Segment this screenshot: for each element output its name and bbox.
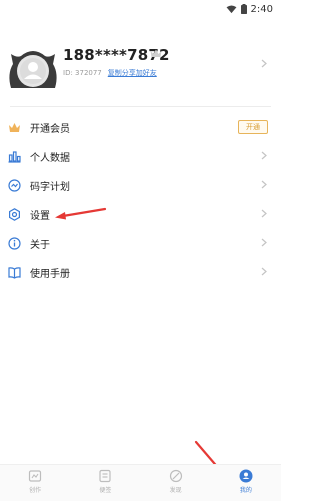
status-time: 2:40 — [250, 3, 273, 15]
tab-create[interactable]: 创作 — [0, 465, 70, 501]
menu-item-personal-data[interactable]: 个人数据 — [0, 142, 281, 171]
tab-notes[interactable]: 便签 — [70, 465, 140, 501]
divider — [10, 106, 271, 107]
discover-icon — [169, 469, 182, 483]
chevron-right-icon — [261, 59, 267, 68]
trend-icon — [8, 179, 21, 192]
user-id: ID: 372077 — [63, 69, 102, 77]
menu-item-vip[interactable]: 开通会员 开通 — [0, 113, 281, 142]
vip-crown-gray-icon — [150, 49, 162, 57]
avatar[interactable] — [7, 44, 59, 96]
menu-item-label: 关于 — [30, 240, 50, 251]
tab-me[interactable]: 我的 — [211, 465, 281, 501]
tab-label: 发现 — [169, 487, 182, 494]
note-icon — [99, 469, 111, 483]
menu-item-settings[interactable]: 设置 — [0, 200, 281, 229]
id-line: ID: 372077 复制分享加好友 — [63, 68, 157, 78]
menu-item-label: 设置 — [30, 211, 50, 222]
crown-icon — [9, 123, 20, 132]
info-icon — [8, 237, 21, 250]
chevron-right-icon — [261, 238, 267, 247]
settings-menu: 开通会员 开通 个人数据 码字计划 设置 关于 使用手册 — [0, 113, 281, 287]
chevron-right-icon — [261, 267, 267, 276]
wifi-icon — [226, 4, 236, 13]
chevron-right-icon — [261, 209, 267, 218]
tab-label: 便签 — [99, 487, 112, 494]
gear-icon — [9, 208, 20, 221]
menu-item-label: 码字计划 — [30, 182, 70, 193]
chevron-right-icon — [261, 180, 267, 189]
bottom-tab-bar: 创作 便签 发现 我的 — [0, 464, 281, 501]
annotation-arrow-settings — [55, 207, 107, 220]
copy-share-link[interactable]: 复制分享加好友 — [108, 68, 157, 78]
menu-item-label: 开通会员 — [30, 124, 70, 135]
tab-label: 我的 — [239, 487, 252, 494]
me-icon — [239, 469, 253, 483]
battery-icon — [240, 4, 247, 14]
tab-discover[interactable]: 发现 — [141, 465, 211, 501]
open-vip-button[interactable]: 开通 — [238, 120, 268, 134]
chevron-right-icon — [261, 151, 267, 160]
menu-item-label: 个人数据 — [30, 153, 70, 164]
bar-chart-icon — [8, 151, 21, 163]
create-icon — [29, 470, 42, 482]
profile-header[interactable]: 188****7872 ID: 372077 复制分享加好友 — [0, 28, 281, 100]
menu-item-writing-plan[interactable]: 码字计划 — [0, 171, 281, 200]
book-icon — [8, 267, 21, 279]
menu-item-manual[interactable]: 使用手册 — [0, 258, 281, 287]
tab-label: 创作 — [29, 487, 42, 494]
menu-item-about[interactable]: 关于 — [0, 229, 281, 258]
status-bar: 2:40 — [0, 0, 281, 18]
menu-item-label: 使用手册 — [30, 269, 70, 280]
